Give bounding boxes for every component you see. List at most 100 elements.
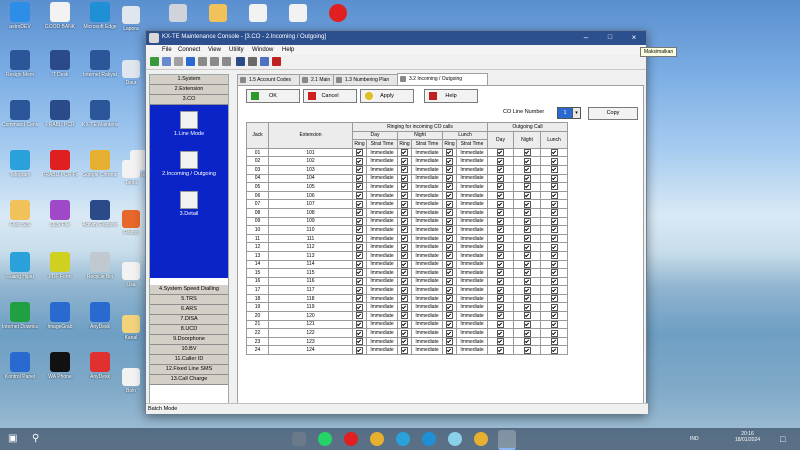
ring-day-checkbox[interactable]	[352, 311, 367, 321]
start-time-lunch-cell[interactable]: Immediate	[456, 311, 488, 321]
ring-night-checkbox[interactable]	[397, 276, 412, 287]
outgoing-lunch-checkbox[interactable]	[540, 345, 568, 356]
desktop-icon-peek[interactable]: Firefox	[120, 210, 142, 236]
ring-day-checkbox[interactable]	[352, 156, 367, 166]
desktop-icon[interactable]: IT Desk	[42, 50, 78, 78]
outgoing-night-checkbox[interactable]	[513, 190, 541, 201]
nav-item[interactable]: 10.BV	[150, 345, 228, 355]
ring-day-checkbox[interactable]	[352, 259, 367, 270]
extension-cell[interactable]: 120	[268, 311, 353, 321]
nav-item[interactable]: 4.System Speed Dialling	[150, 285, 228, 295]
nav-item[interactable]: 13.Call Charge	[150, 375, 228, 385]
outgoing-night-checkbox[interactable]	[513, 233, 541, 244]
outgoing-lunch-checkbox[interactable]	[540, 156, 568, 166]
ring-day-checkbox[interactable]	[352, 173, 367, 184]
start-time-day-cell[interactable]: Immediate	[366, 250, 398, 261]
desktop-icon[interactable]: WA Phone	[42, 352, 78, 380]
outgoing-lunch-checkbox[interactable]	[540, 242, 568, 252]
title-bar[interactable]: KX-TE Maintenance Console - [3.CO - 2.In…	[146, 31, 646, 45]
outgoing-night-checkbox[interactable]	[513, 225, 541, 235]
nav-item[interactable]: 5.TRS	[150, 295, 228, 305]
outgoing-day-checkbox[interactable]	[487, 242, 514, 252]
desktop-icon-top[interactable]	[285, 4, 311, 24]
desktop-icon[interactable]: AnyDesk	[82, 352, 118, 380]
start-time-day-cell[interactable]: Immediate	[366, 156, 398, 166]
desktop-icon-top[interactable]	[245, 4, 271, 24]
ring-night-checkbox[interactable]	[397, 319, 412, 330]
desktop-icon-peek[interactable]: Boln	[120, 368, 142, 394]
extension-cell[interactable]: 110	[268, 225, 353, 235]
desktop-icon[interactable]: KX-TE Maintenance	[82, 100, 118, 128]
ring-day-checkbox[interactable]	[352, 328, 367, 338]
desktop-icon-top[interactable]	[325, 4, 351, 24]
start-time-lunch-cell[interactable]: Immediate	[456, 233, 488, 244]
extension-cell[interactable]: 121	[268, 319, 353, 330]
start-time-lunch-cell[interactable]: Immediate	[456, 147, 488, 158]
start-time-night-cell[interactable]: Immediate	[411, 164, 443, 175]
outgoing-night-checkbox[interactable]	[513, 336, 541, 347]
start-time-lunch-cell[interactable]: Immediate	[456, 250, 488, 261]
outgoing-night-checkbox[interactable]	[513, 216, 541, 227]
outgoing-lunch-checkbox[interactable]	[540, 259, 568, 270]
desktop-icon[interactable]: Microsoft Edge	[82, 2, 118, 30]
help-button[interactable]: Help	[424, 89, 478, 103]
ring-lunch-checkbox[interactable]	[442, 207, 457, 218]
ring-lunch-checkbox[interactable]	[442, 293, 457, 304]
start-time-lunch-cell[interactable]: Immediate	[456, 259, 488, 270]
notification-icon[interactable]: □	[780, 432, 794, 446]
start-time-night-cell[interactable]: Immediate	[411, 311, 443, 321]
ring-lunch-checkbox[interactable]	[442, 190, 457, 201]
start-time-night-cell[interactable]: Immediate	[411, 242, 443, 252]
extension-cell[interactable]: 105	[268, 182, 353, 192]
start-time-night-cell[interactable]: Immediate	[411, 268, 443, 278]
open-icon[interactable]	[174, 57, 183, 66]
nav-item[interactable]: 9.Doorphone	[150, 335, 228, 345]
start-time-night-cell[interactable]: Immediate	[411, 147, 443, 158]
outgoing-day-checkbox[interactable]	[487, 336, 514, 347]
start-time-day-cell[interactable]: Immediate	[366, 199, 398, 209]
desktop-icon[interactable]: Kontrol Panel	[2, 352, 38, 380]
ring-night-checkbox[interactable]	[397, 147, 412, 158]
outgoing-lunch-checkbox[interactable]	[540, 164, 568, 175]
nav-extension[interactable]: 2.Extension	[150, 85, 228, 95]
start-time-lunch-cell[interactable]: Immediate	[456, 182, 488, 192]
start-time-night-cell[interactable]: Immediate	[411, 233, 443, 244]
outgoing-day-checkbox[interactable]	[487, 164, 514, 175]
start-time-lunch-cell[interactable]: Immediate	[456, 216, 488, 227]
nav-item[interactable]: 11.Caller ID	[150, 355, 228, 365]
help-icon[interactable]	[272, 57, 281, 66]
ring-lunch-checkbox[interactable]	[442, 319, 457, 330]
outgoing-lunch-checkbox[interactable]	[540, 268, 568, 278]
co-line-select[interactable]: 1	[557, 107, 573, 119]
ring-night-checkbox[interactable]	[397, 285, 412, 295]
outgoing-day-checkbox[interactable]	[487, 319, 514, 330]
ring-night-checkbox[interactable]	[397, 336, 412, 347]
ring-lunch-checkbox[interactable]	[442, 259, 457, 270]
outgoing-lunch-checkbox[interactable]	[540, 319, 568, 330]
start-time-lunch-cell[interactable]: Immediate	[456, 199, 488, 209]
start-time-day-cell[interactable]: Immediate	[366, 164, 398, 175]
ring-night-checkbox[interactable]	[397, 190, 412, 201]
outgoing-lunch-checkbox[interactable]	[540, 233, 568, 244]
start-time-night-cell[interactable]: Immediate	[411, 173, 443, 184]
monitor-icon[interactable]	[236, 57, 245, 66]
outgoing-lunch-checkbox[interactable]	[540, 285, 568, 295]
outgoing-day-checkbox[interactable]	[487, 285, 514, 295]
desktop-icon[interactable]: Activity Register	[82, 200, 118, 228]
desktop-icon[interactable]: Telegram	[2, 150, 38, 178]
start-time-lunch-cell[interactable]: Immediate	[456, 302, 488, 313]
ring-night-checkbox[interactable]	[397, 216, 412, 227]
tab-incoming-outgoing[interactable]: 3.2 Incoming / Outgoing	[397, 73, 488, 85]
start-time-day-cell[interactable]: Immediate	[366, 207, 398, 218]
ring-day-checkbox[interactable]	[352, 285, 367, 295]
save-icon[interactable]	[186, 57, 195, 66]
start-time-night-cell[interactable]: Immediate	[411, 182, 443, 192]
ring-lunch-checkbox[interactable]	[442, 250, 457, 261]
outgoing-lunch-checkbox[interactable]	[540, 182, 568, 192]
outgoing-night-checkbox[interactable]	[513, 293, 541, 304]
start-time-lunch-cell[interactable]: Immediate	[456, 242, 488, 252]
tab-numbering-plan[interactable]: 1.3 Numbering Plan	[333, 74, 406, 85]
ring-lunch-checkbox[interactable]	[442, 164, 457, 175]
start-time-day-cell[interactable]: Immediate	[366, 268, 398, 278]
outgoing-night-checkbox[interactable]	[513, 156, 541, 166]
